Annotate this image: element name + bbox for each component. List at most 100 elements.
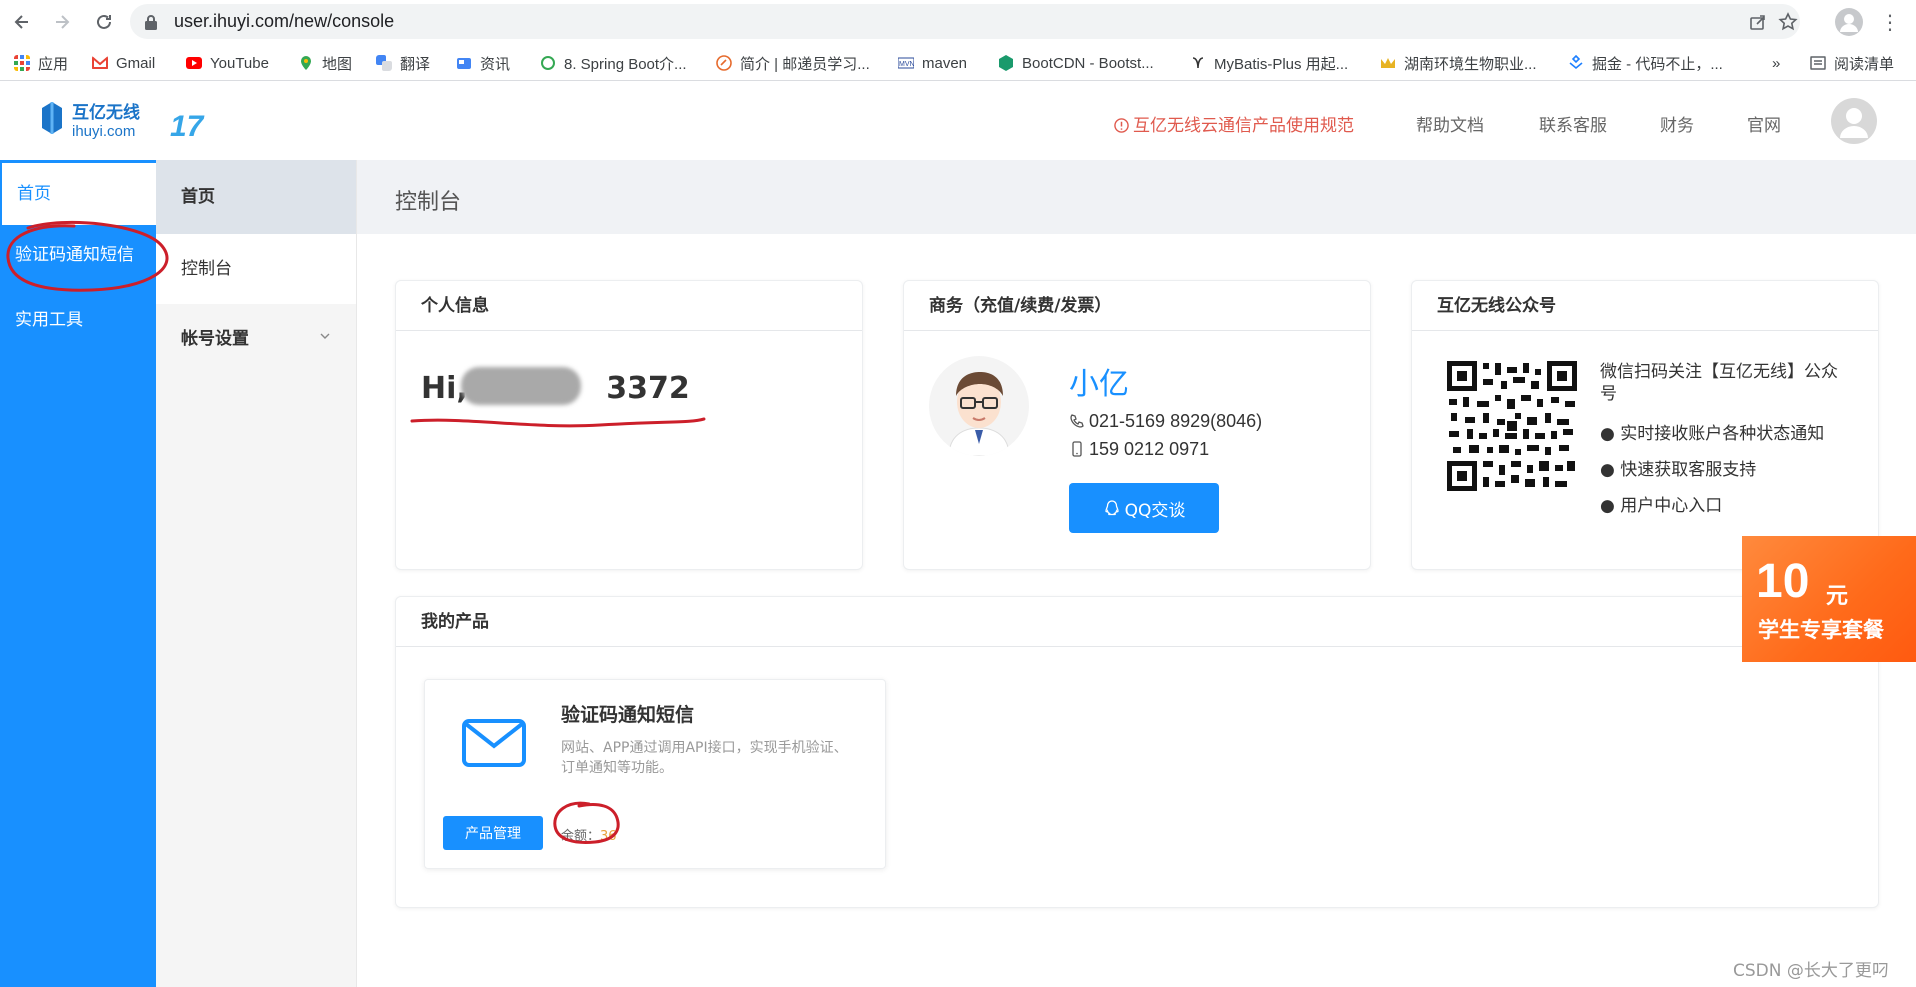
subnav-item-account-settings[interactable]: 帐号设置 — [156, 304, 356, 374]
svg-text:互亿无线: 互亿无线 — [72, 102, 140, 123]
promo-subtitle: 学生专享套餐 — [1758, 618, 1884, 642]
wechat-card: 互亿无线公众号 微信扫码关注【互亿无线】公众 号 ● 实时接收账户各种状态通知 … — [1411, 280, 1879, 570]
lock-icon — [145, 15, 157, 30]
browser-toolbar: user.ihuyi.com/new/console ⋮ — [0, 0, 1916, 43]
svg-text:17: 17 — [170, 110, 205, 143]
share-icon[interactable] — [1748, 12, 1768, 32]
arrow-left-icon — [14, 15, 28, 29]
bookmark-juejin[interactable]: 掘金 - 代码不止，... — [1568, 52, 1723, 74]
person-icon — [1840, 108, 1868, 138]
bookmark-translate[interactable]: 翻译 — [376, 52, 430, 74]
business-heading: 商务（充值/续费/发票） — [904, 281, 1370, 331]
svg-text:ihuyi.com: ihuyi.com — [72, 123, 135, 140]
maven-icon: MVN — [898, 57, 914, 69]
wechat-bullet-1: ● 实时接收账户各种状态通知 — [1600, 424, 1825, 444]
profile-button[interactable] — [1835, 8, 1863, 36]
reading-list[interactable]: 阅读清单 — [1810, 52, 1894, 74]
url-text: user.ihuyi.com/new/console — [174, 11, 395, 31]
wechat-follow-line2: 号 — [1600, 384, 1617, 404]
ihuyi-logo-icon: 互亿无线 ihuyi.com 17 — [42, 102, 205, 143]
wechat-bullet-2: ● 快速获取客服支持 — [1600, 460, 1757, 480]
product-card-sms: 验证码通知短信 网站、APP通过调用API接口，实现手机验证、订单通知等功能。 … — [424, 679, 886, 869]
reload-icon — [97, 14, 111, 29]
service-phone: 021-5169 8929(8046) — [1069, 411, 1262, 432]
youtube-icon — [186, 57, 202, 69]
bookmark-youtube[interactable]: YouTube — [186, 52, 269, 74]
spring-icon — [541, 56, 555, 70]
bookmark-apps[interactable]: 应用 — [14, 52, 68, 74]
red-underline-annotation — [410, 417, 706, 428]
promo-amount: 10 — [1756, 555, 1810, 608]
postman-icon — [716, 55, 732, 71]
bookmark-postman[interactable]: 简介 | 邮递员学习... — [716, 52, 870, 74]
svg-text:MVN: MVN — [899, 61, 914, 68]
envelope-icon — [462, 719, 526, 767]
red-ellipse-annotation — [6, 220, 169, 292]
ihuyi-logo[interactable]: 互亿无线 ihuyi.com 17 — [38, 96, 218, 146]
star-icon[interactable] — [1778, 12, 1798, 32]
bookmark-maps[interactable]: 地图 — [298, 52, 352, 74]
maps-icon — [301, 56, 311, 70]
address-bar[interactable]: user.ihuyi.com/new/console — [130, 4, 1800, 39]
info-circle-icon — [1114, 118, 1129, 133]
official-site-link[interactable]: 官网 — [1747, 111, 1781, 136]
wechat-bullet-3: ● 用户中心入口 — [1600, 496, 1723, 516]
back-button[interactable] — [8, 8, 36, 36]
business-card: 商务（充值/续费/发票） 小亿 021-5169 8929(8046) 159 … — [903, 280, 1371, 570]
finance-link[interactable]: 财务 — [1660, 111, 1694, 136]
apps-grid-icon — [14, 55, 30, 71]
bookmark-spring-boot[interactable]: 8. Spring Boot介... — [540, 52, 687, 74]
bookmark-maven[interactable]: MVN maven — [898, 52, 967, 74]
help-docs-link[interactable]: 帮助文档 — [1416, 111, 1484, 136]
bookmark-news[interactable]: 资讯 — [456, 52, 510, 74]
reload-button[interactable] — [90, 8, 118, 36]
bootcdn-icon — [999, 55, 1013, 71]
news-icon — [457, 58, 471, 69]
student-promo-banner[interactable]: 10 元 学生专享套餐 — [1742, 536, 1916, 662]
page-title-bar: 控制台 — [357, 160, 1916, 234]
bookmarks-overflow[interactable]: » — [1772, 52, 1780, 74]
bookmark-gmail[interactable]: Gmail — [92, 52, 155, 74]
subnav-item-console[interactable]: 控制台 — [156, 234, 356, 304]
arrow-right-icon — [56, 15, 70, 29]
app-header: 互亿无线 ihuyi.com 17 互亿无线云通信产品使用规范 帮助文档 联系客… — [0, 82, 1916, 160]
qq-chat-button[interactable]: QQ交谈 — [1069, 483, 1219, 533]
user-avatar[interactable] — [1831, 98, 1877, 144]
my-products-heading: 我的产品 — [396, 597, 1878, 647]
customer-service-link[interactable]: 联系客服 — [1539, 111, 1607, 136]
qq-icon — [1104, 500, 1119, 516]
bookmark-school[interactable]: 湖南环境生物职业... — [1380, 52, 1537, 74]
page-title: 控制台 — [395, 190, 462, 215]
sidebar-item-tools[interactable]: 实用工具 — [0, 289, 156, 351]
product-manage-button[interactable]: 产品管理 — [443, 816, 543, 850]
bookmarks-bar: 应用 Gmail YouTube 地图 翻译 资讯 8. Spring Boot… — [0, 43, 1916, 81]
school-icon — [1381, 58, 1395, 68]
usage-policy-link[interactable]: 互亿无线云通信产品使用规范 — [1114, 111, 1354, 136]
translate-icon — [376, 55, 392, 71]
wechat-follow-line1: 微信扫码关注【互亿无线】公众 — [1600, 362, 1838, 382]
mybatis-icon — [1192, 57, 1204, 69]
wechat-heading: 互亿无线公众号 — [1412, 281, 1878, 331]
browser-menu-icon[interactable]: ⋮ — [1880, 10, 1900, 34]
bookmark-bootcdn[interactable]: BootCDN - Bootst... — [998, 52, 1154, 74]
my-products-card: 我的产品 验证码通知短信 网站、APP通过调用API接口，实现手机验证、订单通知… — [395, 596, 1879, 908]
main-content: 控制台 个人信息 Hi, 3372 商务（充值/续费/发票） 小亿 021-51… — [356, 160, 1916, 987]
subnav-heading: 首页 — [156, 160, 356, 234]
juejin-icon — [1569, 55, 1583, 70]
red-circle-annotation — [553, 801, 620, 844]
chevron-down-icon — [319, 304, 331, 374]
person-icon — [1840, 14, 1858, 32]
mobile-icon — [1072, 441, 1082, 457]
promo-unit: 元 — [1826, 584, 1849, 609]
forward-button[interactable] — [48, 8, 76, 36]
product-title: 验证码通知短信 — [561, 704, 695, 726]
csdn-watermark: CSDN @长大了更叼 — [1733, 961, 1889, 981]
redacted-phone-blur — [461, 367, 581, 405]
product-description: 网站、APP通过调用API接口，实现手机验证、订单通知等功能。 — [561, 740, 848, 776]
gmail-icon — [92, 55, 108, 69]
sidebar-item-home[interactable]: 首页 — [0, 163, 156, 225]
service-rep-avatar — [929, 356, 1029, 456]
reading-list-icon — [1810, 56, 1826, 70]
qr-code-icon — [1447, 361, 1577, 491]
bookmark-mybatis[interactable]: MyBatis-Plus 用起... — [1190, 52, 1348, 74]
